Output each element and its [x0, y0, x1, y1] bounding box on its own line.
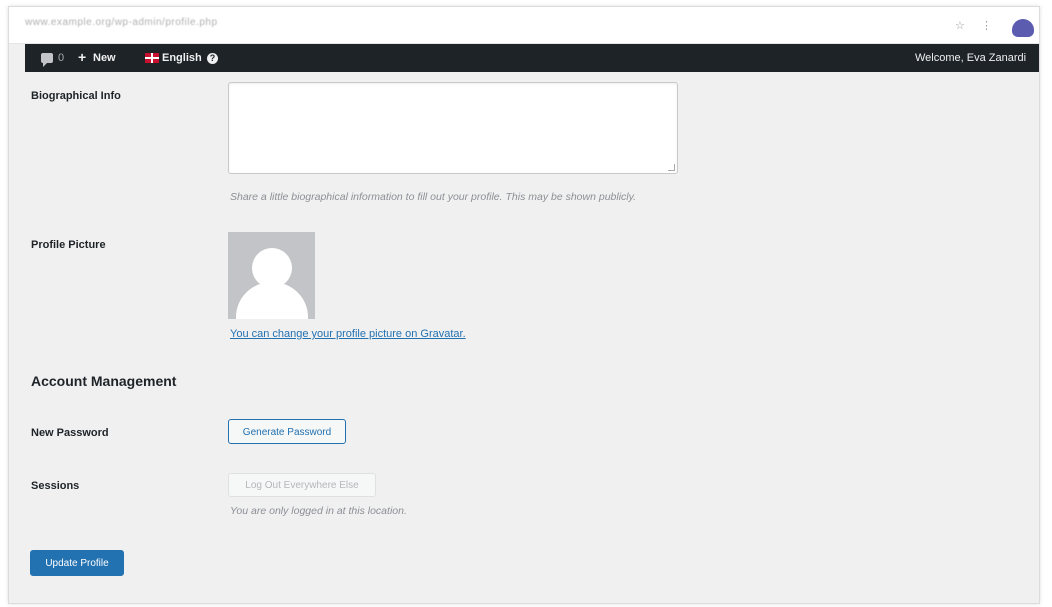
resize-handle[interactable]	[668, 164, 675, 171]
browser-window: www.example.org/wp-admin/profile.php ☆ ⋮…	[8, 6, 1040, 604]
profile-picture-label: Profile Picture	[31, 239, 106, 251]
logout-everywhere-button[interactable]: Log Out Everywhere Else	[228, 473, 376, 497]
gravatar-link[interactable]: You can change your profile picture on G…	[230, 328, 466, 340]
account-management-heading: Account Management	[31, 373, 177, 389]
bio-description: Share a little biographical information …	[230, 191, 637, 203]
avatar-body-shape	[236, 282, 308, 319]
help-icon[interactable]: ?	[207, 53, 218, 64]
plus-icon[interactable]: +	[78, 50, 86, 64]
browser-address-bar[interactable]: www.example.org/wp-admin/profile.php ☆ ⋮	[9, 7, 1039, 44]
browser-profile-avatar[interactable]	[1012, 19, 1034, 37]
bookmark-star-icon[interactable]: ☆	[955, 19, 965, 32]
sessions-label: Sessions	[31, 480, 80, 492]
profile-avatar	[228, 232, 315, 319]
bio-textarea[interactable]	[228, 82, 678, 174]
uk-flag-icon[interactable]	[145, 53, 159, 63]
welcome-user-menu[interactable]: Welcome, Eva Zanardi	[915, 51, 1026, 65]
more-menu-icon[interactable]: ⋮	[981, 19, 992, 32]
generate-password-button[interactable]: Generate Password	[228, 419, 346, 444]
bio-label: Biographical Info	[31, 90, 121, 102]
update-profile-button[interactable]: Update Profile	[30, 550, 124, 576]
comment-icon[interactable]	[41, 53, 53, 67]
language-switcher[interactable]: English	[162, 51, 202, 65]
url-text[interactable]: www.example.org/wp-admin/profile.php	[25, 17, 315, 29]
profile-form: Biographical Info Share a little biograp…	[9, 72, 1039, 603]
wp-admin-bar: 0 + New English ? Welcome, Eva Zanardi	[25, 44, 1039, 72]
new-menu-item[interactable]: New	[93, 51, 116, 65]
sessions-description: You are only logged in at this location.	[230, 505, 407, 517]
new-password-label: New Password	[31, 427, 109, 439]
comments-count[interactable]: 0	[58, 51, 64, 65]
